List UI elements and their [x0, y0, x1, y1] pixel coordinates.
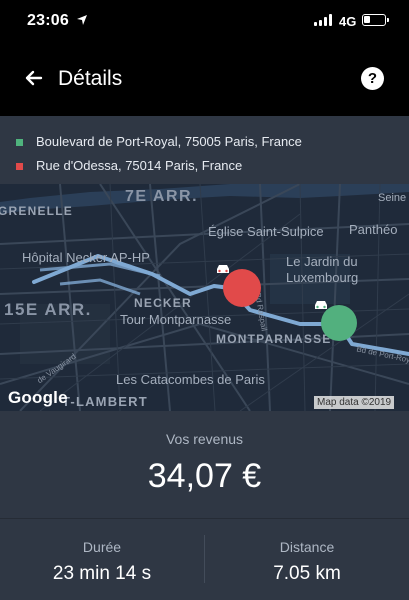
- pickup-address-row: Boulevard de Port-Royal, 75005 Paris, Fr…: [0, 132, 409, 154]
- pickup-address: Boulevard de Port-Royal, 75005 Paris, Fr…: [36, 134, 302, 149]
- distance-stat: Distance 7.05 km: [205, 519, 409, 600]
- location-arrow-icon: [77, 15, 87, 25]
- pickup-square-icon: [16, 139, 23, 146]
- dropoff-address-row: Rue d'Odessa, 75014 Paris, France: [0, 156, 409, 178]
- status-bar: 23:06 4G: [0, 0, 409, 44]
- map-label-necker: NECKER: [134, 296, 192, 310]
- battery-icon: [362, 14, 389, 26]
- map-label-jardin-2: Luxembourg: [286, 270, 359, 285]
- earnings-value: 34,07 €: [147, 457, 262, 495]
- earnings-section: Vos revenus 34,07 €: [0, 411, 409, 518]
- dropoff-address: Rue d'Odessa, 75014 Paris, France: [36, 158, 243, 173]
- car-icon: [315, 301, 327, 309]
- map-credit[interactable]: Map data ©2019: [314, 396, 395, 409]
- help-icon[interactable]: ?: [361, 67, 384, 90]
- battery-fill: [364, 16, 370, 23]
- map-label-15e: 15E ARR.: [4, 300, 92, 319]
- duration-value: 23 min 14 s: [52, 563, 152, 584]
- map-label-seine: Seine: [378, 192, 407, 204]
- map-label-7e: 7E ARR.: [125, 188, 199, 205]
- nav-header: Détails ?: [0, 44, 409, 116]
- map-label-hopital: Hôpital Necker AP-HP: [22, 250, 150, 265]
- route-map[interactable]: 7E ARR. GRENELLE Église Saint-Sulpice Pa…: [0, 184, 409, 411]
- map-label-montparnasse: MONTPARNASSE: [216, 332, 332, 346]
- map-label-jardin-1: Le Jardin du: [286, 254, 358, 269]
- map-label-grenelle: GRENELLE: [0, 204, 73, 218]
- car-icon: [217, 265, 229, 273]
- duration-label: Durée: [82, 539, 122, 555]
- dropoff-square-icon: [16, 163, 23, 170]
- google-logo: Google: [8, 388, 68, 407]
- map-label-saint-sulpice: Église Saint-Sulpice: [208, 224, 324, 239]
- map-label-pantheon: Panthéo: [349, 222, 398, 237]
- arrow-left-icon[interactable]: [20, 64, 48, 92]
- distance-label: Distance: [279, 539, 335, 555]
- dropoff-pin[interactable]: [217, 265, 261, 307]
- pickup-pin[interactable]: [315, 301, 357, 341]
- duration-stat: Durée 23 min 14 s: [0, 519, 204, 600]
- earnings-label: Vos revenus: [165, 431, 244, 447]
- map-label-tour-montparnasse: Tour Montparnasse: [120, 312, 232, 327]
- signal-icon: [314, 14, 332, 26]
- trip-addresses: Boulevard de Port-Royal, 75005 Paris, Fr…: [0, 116, 409, 184]
- map-label-catacombes: Les Catacombes de Paris: [116, 372, 265, 387]
- map-label-lambert: T-LAMBERT: [62, 394, 148, 409]
- network-type: 4G: [339, 14, 357, 29]
- page-title: Détails: [58, 67, 123, 90]
- trip-stats: Durée 23 min 14 s Distance 7.05 km: [0, 518, 409, 600]
- status-time: 23:06: [27, 12, 69, 29]
- distance-value: 7.05 km: [273, 563, 341, 584]
